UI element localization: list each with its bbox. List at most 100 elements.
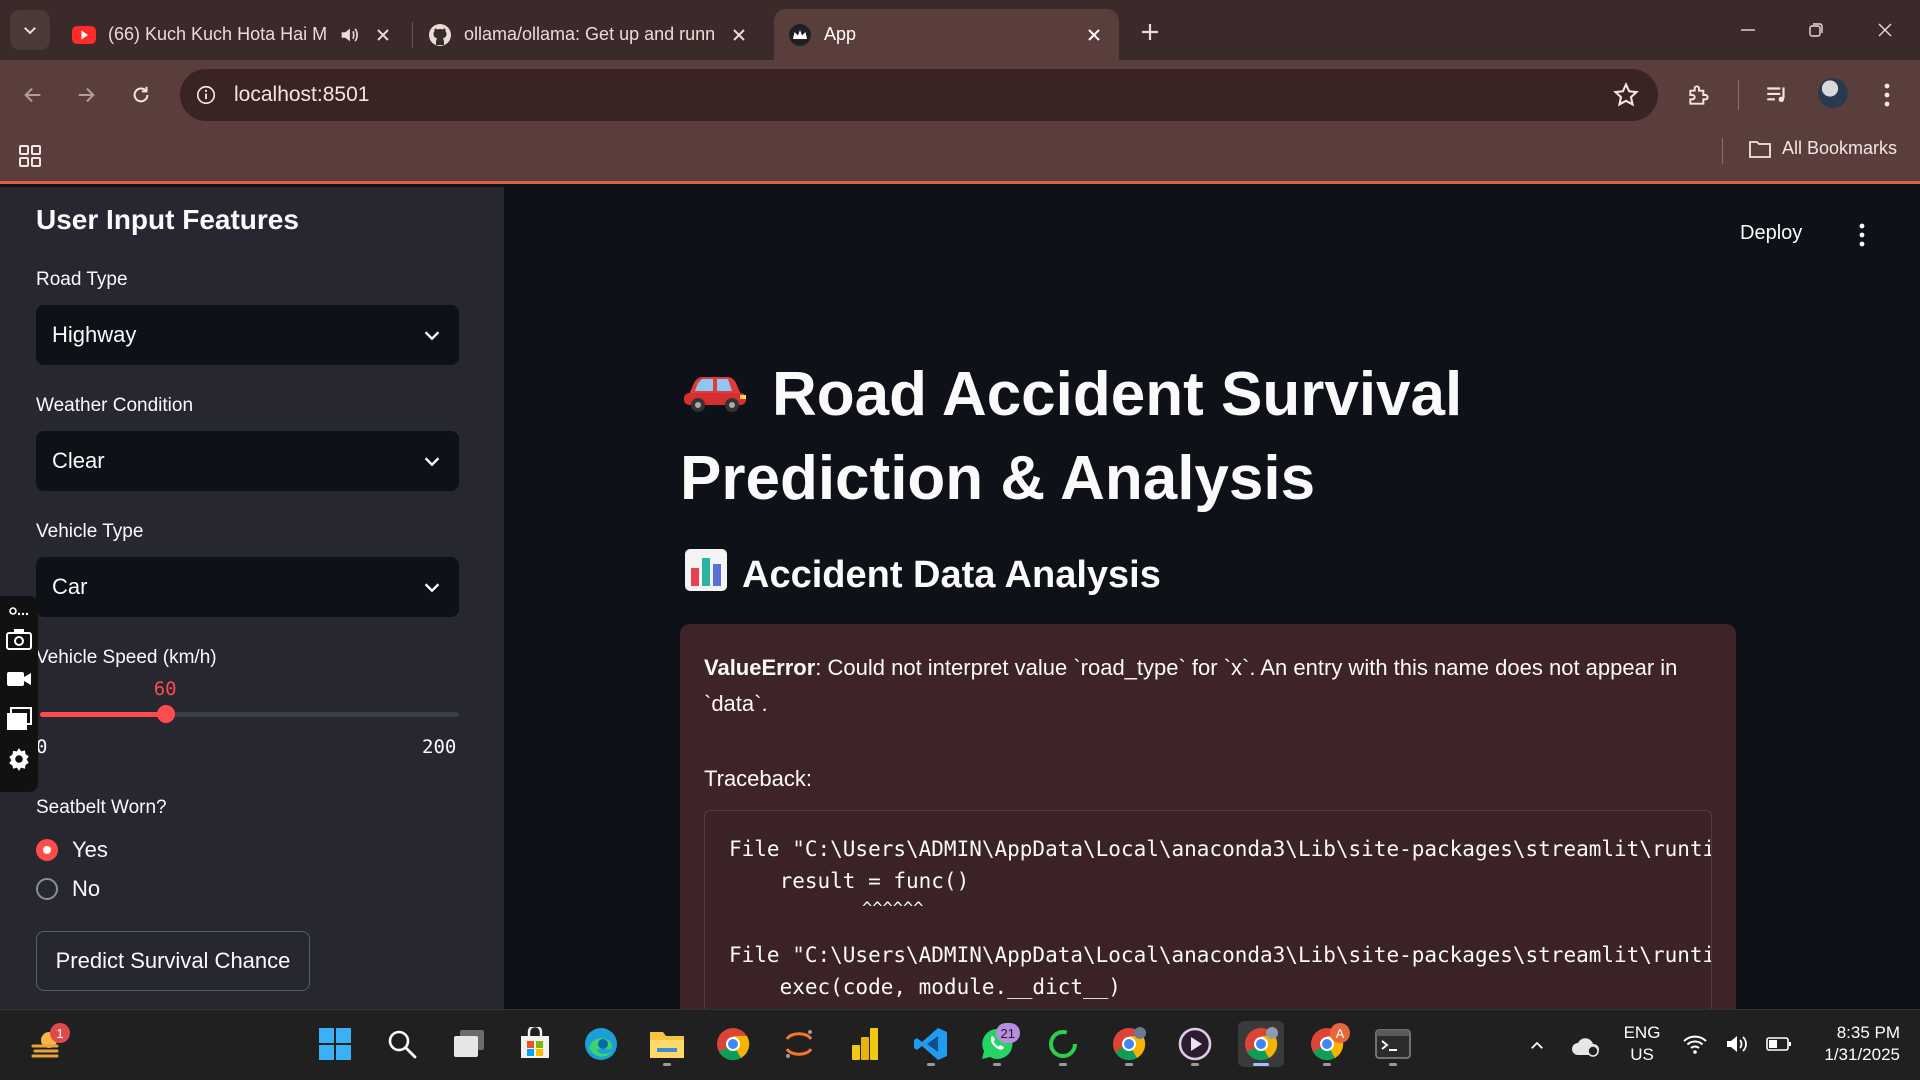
chrome-active-app[interactable] — [1238, 1021, 1284, 1067]
traceback-label: Traceback: — [704, 766, 813, 791]
speed-slider-handle[interactable] — [156, 705, 175, 723]
notification-badge: 1 — [50, 1023, 70, 1043]
weather-select[interactable]: Clear — [36, 431, 459, 491]
speaker-icon[interactable] — [338, 24, 360, 46]
chevron-up-icon — [1531, 1041, 1543, 1049]
browser-toolbar: localhost:8501 — [0, 60, 1920, 130]
power-bi-app[interactable] — [842, 1021, 888, 1067]
speed-slider-value: 60 — [153, 678, 177, 700]
radio-unselected-icon — [36, 878, 58, 900]
traceback-line: File "C:\Users\ADMIN\AppData\Local\anaco… — [729, 837, 1712, 861]
apps-grid-icon[interactable] — [18, 144, 42, 168]
media-player-app[interactable] — [1172, 1021, 1218, 1067]
bar-chart-icon — [684, 548, 728, 602]
restore-button[interactable] — [1793, 12, 1839, 48]
predict-survival-button[interactable]: Predict Survival Chance — [36, 931, 310, 991]
extensions-button[interactable] — [1684, 80, 1714, 110]
tab-github[interactable]: ollama/ollama: Get up and runn — [414, 9, 764, 60]
jupyter-icon — [785, 1030, 813, 1058]
main-menu-icon[interactable] — [1852, 222, 1872, 248]
taskbar-clock[interactable]: 8:35 PM 1/31/2025 — [1800, 1022, 1900, 1066]
camera-icon[interactable] — [6, 626, 32, 652]
notification-badge: 21 — [995, 1023, 1020, 1043]
edge-icon — [585, 1028, 617, 1060]
traceback-box[interactable]: File "C:\Users\ADMIN\AppData\Local\anaco… — [704, 810, 1712, 1024]
car-icon — [680, 353, 750, 433]
close-icon — [1878, 23, 1892, 37]
seatbelt-option-label: Yes — [72, 837, 108, 862]
error-message: ValueError: Could not interpret value `r… — [704, 650, 1714, 722]
search-button[interactable] — [379, 1021, 425, 1067]
all-bookmarks-label: All Bookmarks — [1782, 138, 1898, 158]
vscode-icon — [914, 1028, 947, 1060]
recorder-link-icon[interactable] — [6, 598, 32, 624]
task-view-button[interactable] — [446, 1021, 492, 1067]
seatbelt-option-label: No — [72, 876, 101, 901]
store-icon — [521, 1027, 549, 1058]
tab-strip: (66) Kuch Kuch Hota Hai M ollama/ollama:… — [0, 0, 1920, 60]
profile-badge: A — [1330, 1023, 1350, 1043]
gear-icon[interactable] — [6, 746, 32, 772]
back-button[interactable] — [12, 74, 54, 116]
windows-stack-icon[interactable] — [6, 706, 32, 732]
url-text: localhost:8501 — [234, 83, 370, 106]
chrome-second-app[interactable]: A — [1304, 1021, 1350, 1067]
chrome-profile-app[interactable] — [1106, 1021, 1152, 1067]
new-tab-button[interactable] — [1132, 14, 1168, 50]
section-title: Accident Data Analysis — [684, 548, 1161, 602]
tab-youtube[interactable]: (66) Kuch Kuch Hota Hai M — [58, 9, 408, 60]
edge-app[interactable] — [578, 1021, 624, 1067]
arrow-right-icon — [78, 87, 95, 103]
chevron-down-icon — [24, 27, 36, 35]
vscode-app[interactable] — [908, 1021, 954, 1067]
vehicle-type-select[interactable]: Car — [36, 557, 459, 617]
close-tab-icon[interactable] — [728, 24, 750, 46]
weather-value: Clear — [52, 448, 105, 473]
chrome-icon — [1113, 1027, 1146, 1061]
seatbelt-option-yes[interactable]: Yes — [36, 837, 108, 863]
chevron-down-icon — [424, 457, 440, 467]
onedrive-button[interactable] — [1568, 1010, 1604, 1080]
all-bookmarks-button[interactable]: All Bookmarks — [1748, 138, 1897, 159]
forward-button[interactable] — [65, 74, 107, 116]
tab-app[interactable]: App — [774, 9, 1119, 60]
jupyter-app[interactable] — [776, 1021, 822, 1067]
browser-chrome: (66) Kuch Kuch Hota Hai M ollama/ollama:… — [0, 0, 1920, 184]
deploy-button[interactable]: Deploy — [1740, 222, 1802, 245]
weather-widget[interactable]: 1 — [24, 1021, 70, 1067]
close-window-button[interactable] — [1862, 12, 1908, 48]
system-tray-status[interactable] — [1682, 1029, 1792, 1059]
reload-button[interactable] — [120, 74, 162, 116]
file-explorer-app[interactable] — [644, 1021, 690, 1067]
arrow-left-icon — [24, 87, 41, 103]
microsoft-store-app[interactable] — [512, 1021, 558, 1067]
puzzle-icon — [1689, 85, 1709, 105]
show-hidden-icons-button[interactable] — [1522, 1010, 1552, 1080]
tab-title: ollama/ollama: Get up and runn — [464, 24, 716, 44]
address-bar[interactable]: localhost:8501 — [180, 69, 1658, 121]
whatsapp-app[interactable]: 21 — [974, 1021, 1020, 1067]
road-type-select[interactable]: Highway — [36, 305, 459, 365]
start-button[interactable] — [312, 1021, 358, 1067]
section-title-text: Accident Data Analysis — [742, 553, 1161, 596]
language-code: ENG — [1623, 1023, 1661, 1042]
tab-search-button[interactable] — [10, 10, 50, 50]
search-icon — [388, 1030, 417, 1059]
chrome-app[interactable] — [710, 1021, 756, 1067]
seatbelt-option-no[interactable]: No — [36, 876, 100, 902]
close-tab-icon[interactable] — [1083, 24, 1105, 46]
terminal-app[interactable] — [1370, 1021, 1416, 1067]
road-type-label: Road Type — [36, 269, 128, 290]
minimize-button[interactable] — [1725, 12, 1771, 48]
language-indicator[interactable]: ENG US — [1620, 1022, 1664, 1066]
profile-avatar[interactable] — [1818, 78, 1848, 108]
loading-app[interactable] — [1040, 1021, 1086, 1067]
chrome-menu-button[interactable] — [1872, 80, 1902, 110]
cloud-icon — [1572, 1037, 1600, 1057]
video-camera-icon[interactable] — [6, 666, 32, 692]
close-tab-icon[interactable] — [372, 24, 394, 46]
media-control-button[interactable] — [1762, 80, 1792, 110]
bookmark-star-icon[interactable] — [1612, 81, 1640, 109]
site-info-icon[interactable] — [180, 69, 232, 121]
toolbar-separator — [1738, 80, 1739, 110]
